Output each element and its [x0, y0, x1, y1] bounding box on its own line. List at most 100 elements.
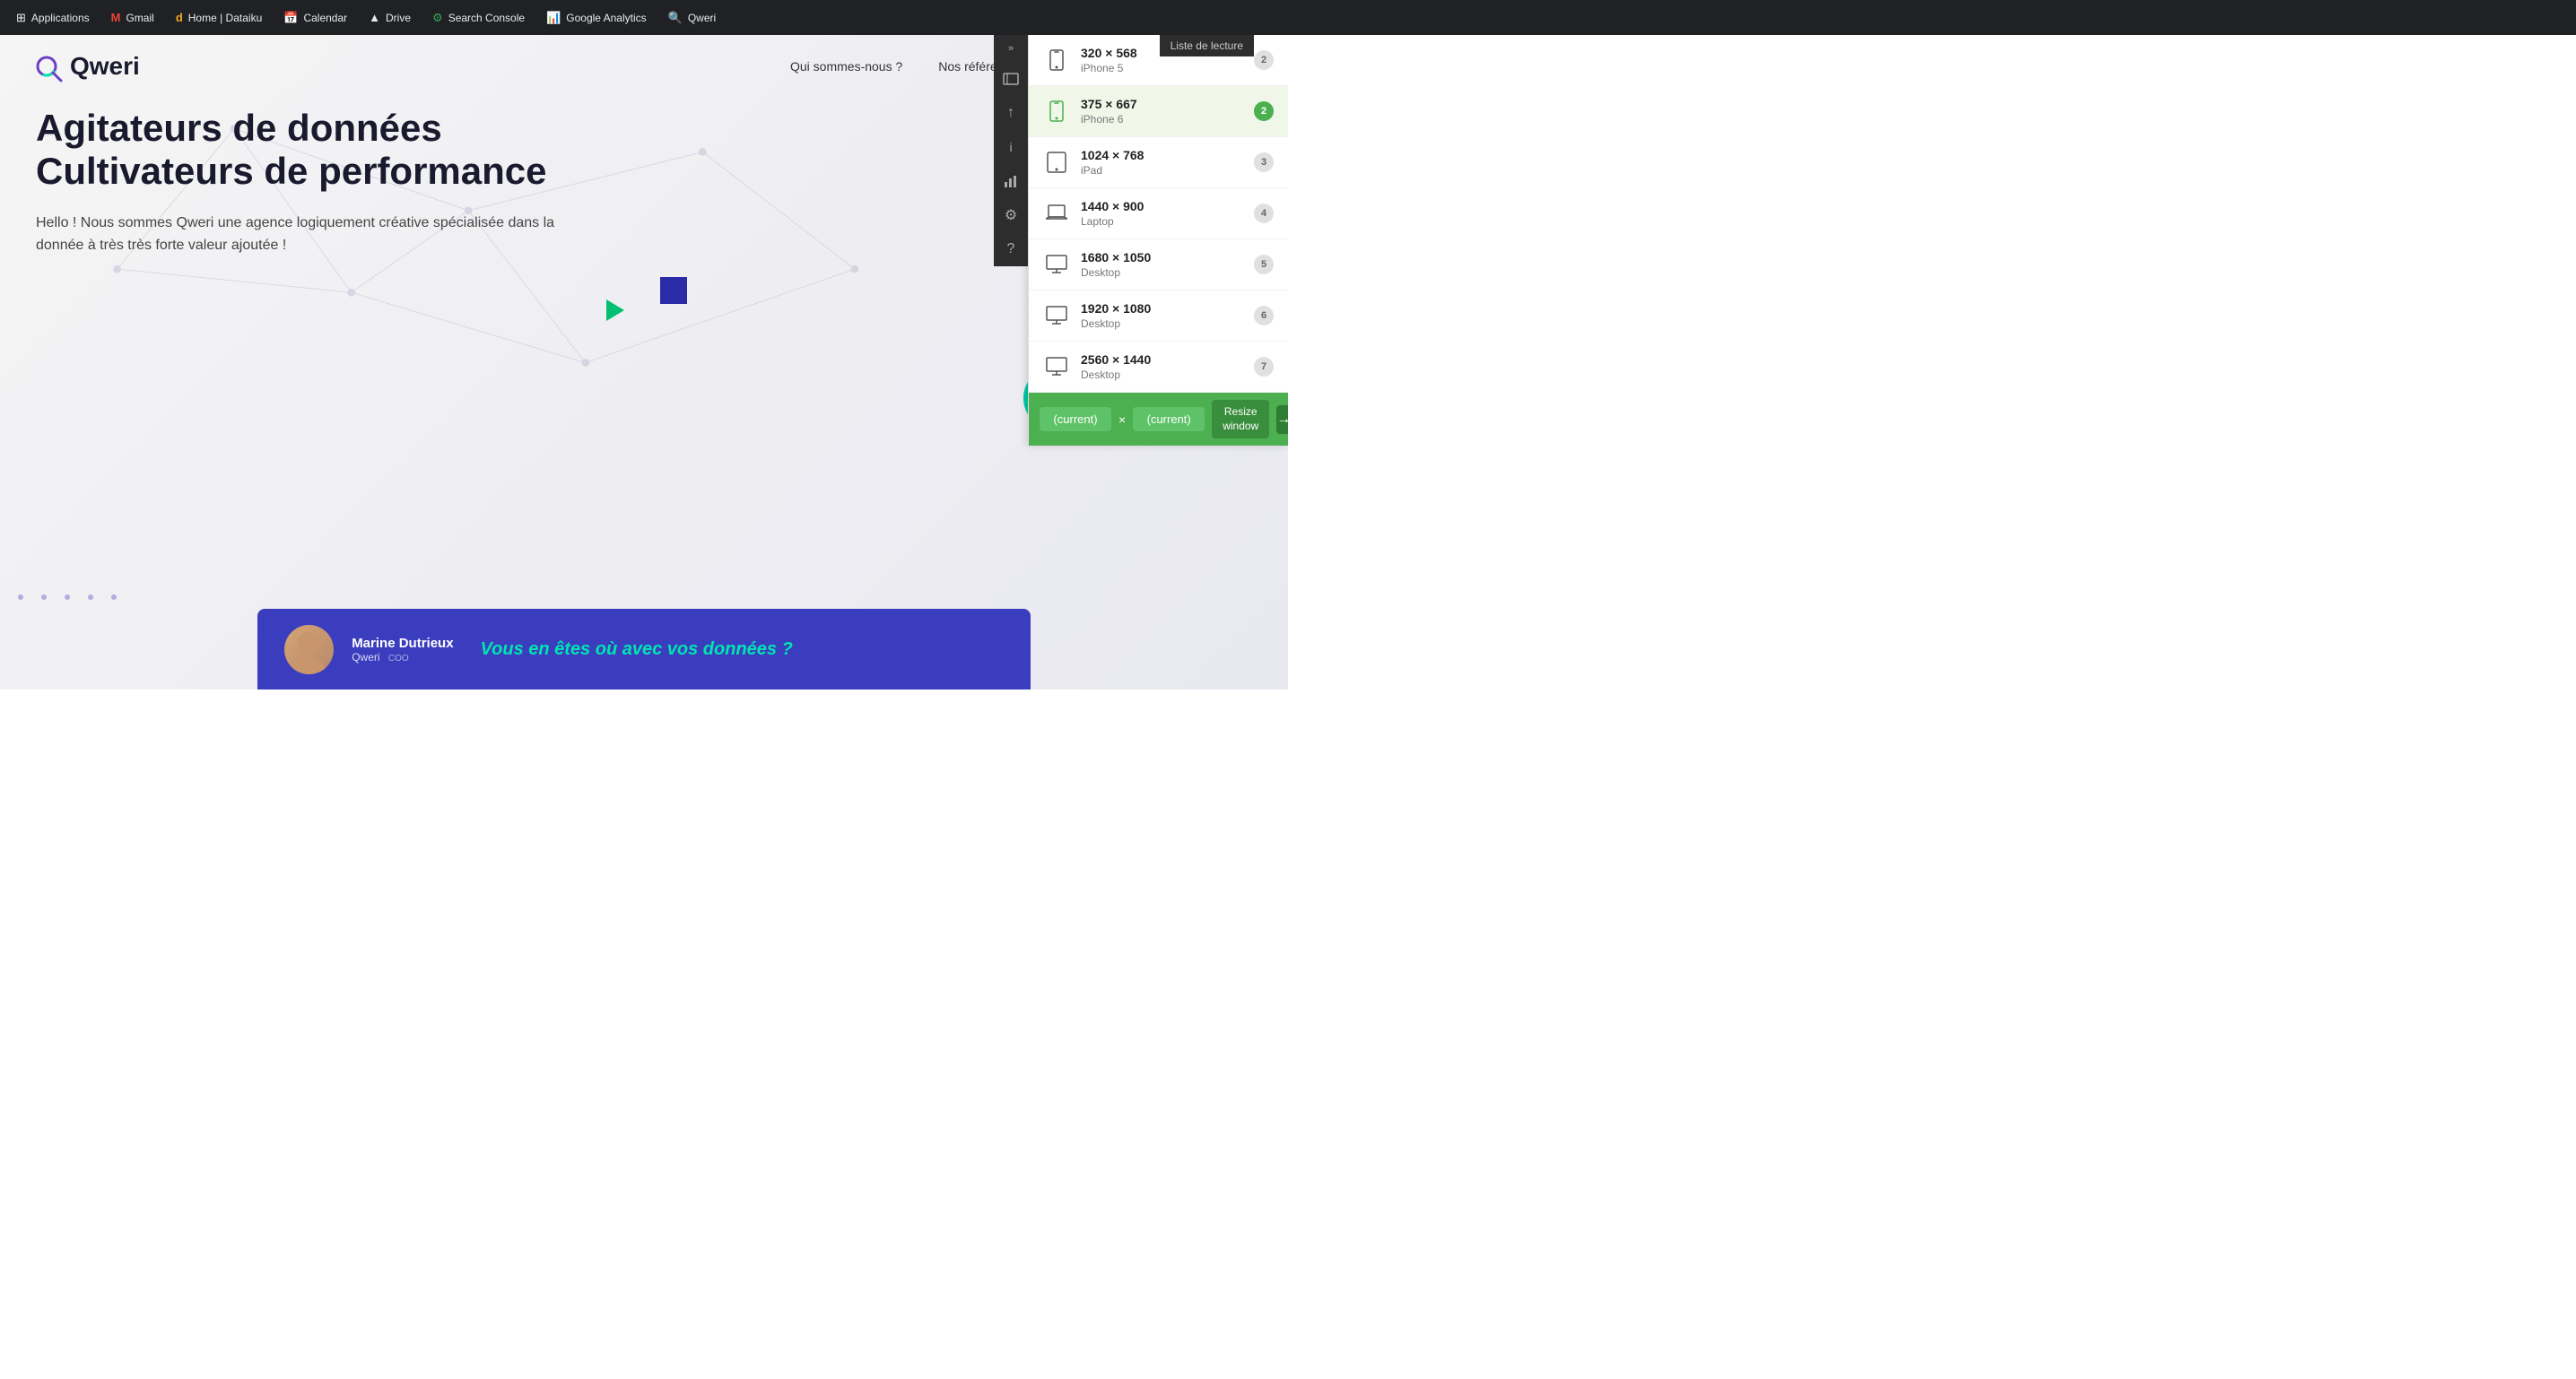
- settings-icon[interactable]: ⚙: [994, 198, 1028, 232]
- desktop-icon: [1043, 357, 1070, 377]
- resize-apply-button[interactable]: →: [1276, 405, 1288, 434]
- device-name: iPad: [1081, 164, 1254, 177]
- search-console-icon: ⚙: [432, 11, 443, 25]
- device-name: iPhone 5: [1081, 62, 1254, 74]
- person-avatar: [284, 625, 334, 674]
- drive-icon: ▲: [369, 11, 380, 24]
- hero-section: Agitateurs de données Cultivateurs de pe…: [36, 107, 556, 257]
- device-item-desktop1[interactable]: 1680 × 1050 Desktop 5: [1029, 239, 1288, 291]
- resize-separator: ×: [1118, 412, 1126, 427]
- page-content: Qweri Qui sommes-nous ? Nos références N…: [0, 35, 1288, 690]
- gmail-icon: M: [111, 11, 121, 24]
- tab-analytics[interactable]: 📊 Google Analytics: [537, 7, 656, 29]
- tab-label: Calendar: [303, 12, 347, 24]
- responsive-icon[interactable]: [994, 62, 1028, 96]
- nav-qui[interactable]: Qui sommes-nous ?: [790, 59, 902, 74]
- shape-green-arrow: [606, 299, 624, 325]
- tab-drive[interactable]: ▲ Drive: [360, 7, 420, 28]
- resize-width-input[interactable]: [1040, 407, 1111, 431]
- device-name: Desktop: [1081, 317, 1254, 330]
- device-badge: 2: [1254, 50, 1274, 70]
- device-info: 1680 × 1050 Desktop: [1081, 250, 1254, 279]
- desktop-icon: [1043, 255, 1070, 274]
- tablet-icon: [1043, 152, 1070, 173]
- hero-title: Agitateurs de données Cultivateurs de pe…: [36, 107, 556, 194]
- device-item-desktop3[interactable]: 2560 × 1440 Desktop 7: [1029, 342, 1288, 393]
- cursor-icon[interactable]: ↑: [994, 96, 1028, 130]
- device-resolution: 2560 × 1440: [1081, 352, 1254, 367]
- device-name: Laptop: [1081, 215, 1254, 228]
- tab-dataiku[interactable]: d Home | Dataiku: [167, 7, 271, 28]
- device-info: 1440 × 900 Laptop: [1081, 199, 1254, 228]
- hero-subtitle: Hello ! Nous sommes Qweri une agence log…: [36, 212, 556, 257]
- bottom-banner: Marine Dutrieux Qweri COO Vous en êtes o…: [257, 609, 1031, 690]
- resize-bar: × Resize window →: [1029, 393, 1288, 446]
- phone-icon: [1043, 100, 1070, 122]
- person-company: Qweri COO: [352, 651, 453, 663]
- tab-label: Google Analytics: [566, 12, 646, 24]
- calendar-icon: 📅: [283, 11, 298, 25]
- device-item-desktop2[interactable]: 1920 × 1080 Desktop 6: [1029, 291, 1288, 342]
- person-name: Marine Dutrieux: [352, 636, 453, 651]
- tab-qweri[interactable]: 🔍 Qweri: [659, 7, 726, 29]
- analytics-icon: 📊: [546, 11, 561, 25]
- tab-label: Gmail: [126, 12, 153, 24]
- devtools-panel: 320 × 568 iPhone 5 2 375 × 667 iPhone 6 …: [1028, 35, 1288, 446]
- tab-label: Home | Dataiku: [188, 12, 262, 24]
- grid-icon: ⊞: [16, 11, 26, 25]
- device-badge: 2: [1254, 101, 1274, 121]
- tab-label: Drive: [386, 12, 411, 24]
- phone-icon: [1043, 49, 1070, 71]
- help-icon[interactable]: ?: [994, 232, 1028, 266]
- site-logo: Qweri: [36, 49, 140, 83]
- device-list: 320 × 568 iPhone 5 2 375 × 667 iPhone 6 …: [1029, 35, 1288, 393]
- device-badge: 3: [1254, 152, 1274, 172]
- person-info: Marine Dutrieux Qweri COO: [352, 636, 453, 663]
- device-info: 375 × 667 iPhone 6: [1081, 97, 1254, 126]
- device-badge: 5: [1254, 255, 1274, 274]
- device-info: 1920 × 1080 Desktop: [1081, 301, 1254, 330]
- resize-height-input[interactable]: [1133, 407, 1205, 431]
- shape-blue-square: [660, 277, 687, 304]
- hero-title-line2: Cultivateurs de performance: [36, 150, 556, 193]
- device-resolution: 1680 × 1050: [1081, 250, 1254, 265]
- device-resolution: 1024 × 768: [1081, 148, 1254, 162]
- device-item-ipad[interactable]: 1024 × 768 iPad 3: [1029, 137, 1288, 188]
- device-resolution: 1920 × 1080: [1081, 301, 1254, 316]
- device-name: iPhone 6: [1081, 113, 1254, 126]
- info-icon[interactable]: i: [994, 130, 1028, 164]
- tab-calendar[interactable]: 📅 Calendar: [274, 7, 356, 29]
- tab-label: Search Console: [448, 12, 525, 24]
- hero-title-line1: Agitateurs de données: [36, 107, 556, 150]
- device-name: Desktop: [1081, 369, 1254, 381]
- tab-label: Qweri: [688, 12, 716, 24]
- dataiku-icon: d: [176, 11, 183, 24]
- resize-window-button[interactable]: Resize window: [1212, 400, 1269, 438]
- device-badge: 7: [1254, 357, 1274, 377]
- dot-pattern: [18, 594, 117, 600]
- device-info: 1024 × 768 iPad: [1081, 148, 1254, 177]
- qweri-tab-icon: 🔍: [668, 11, 683, 25]
- banner-question: Vous en êtes où avec vos données ?: [481, 639, 793, 660]
- desktop-icon: [1043, 306, 1070, 325]
- chrome-bar: ⊞ Applications M Gmail d Home | Dataiku …: [0, 0, 2576, 35]
- person-role: COO: [388, 654, 409, 663]
- tab-label: Applications: [31, 12, 90, 24]
- tab-gmail[interactable]: M Gmail: [102, 7, 163, 28]
- tab-search-console[interactable]: ⚙ Search Console: [423, 7, 534, 29]
- expand-devtools-button[interactable]: »: [994, 35, 1028, 62]
- device-item-laptop[interactable]: 1440 × 900 Laptop 4: [1029, 188, 1288, 239]
- device-item-iphone6[interactable]: 375 × 667 iPhone 6 2: [1029, 86, 1288, 137]
- logo-icon: [36, 49, 70, 83]
- device-badge: 6: [1254, 306, 1274, 325]
- company-name: Qweri: [352, 651, 379, 663]
- tab-applications[interactable]: ⊞ Applications: [7, 7, 99, 29]
- device-badge: 4: [1254, 204, 1274, 223]
- device-resolution: 1440 × 900: [1081, 199, 1254, 213]
- device-name: Desktop: [1081, 266, 1254, 279]
- logo-text: Qweri: [70, 52, 140, 81]
- device-info: 2560 × 1440 Desktop: [1081, 352, 1254, 381]
- devtools-toolbar: » ↑ i ⚙ ?: [994, 35, 1028, 266]
- chart-icon[interactable]: [994, 164, 1028, 198]
- laptop-icon: [1043, 204, 1070, 223]
